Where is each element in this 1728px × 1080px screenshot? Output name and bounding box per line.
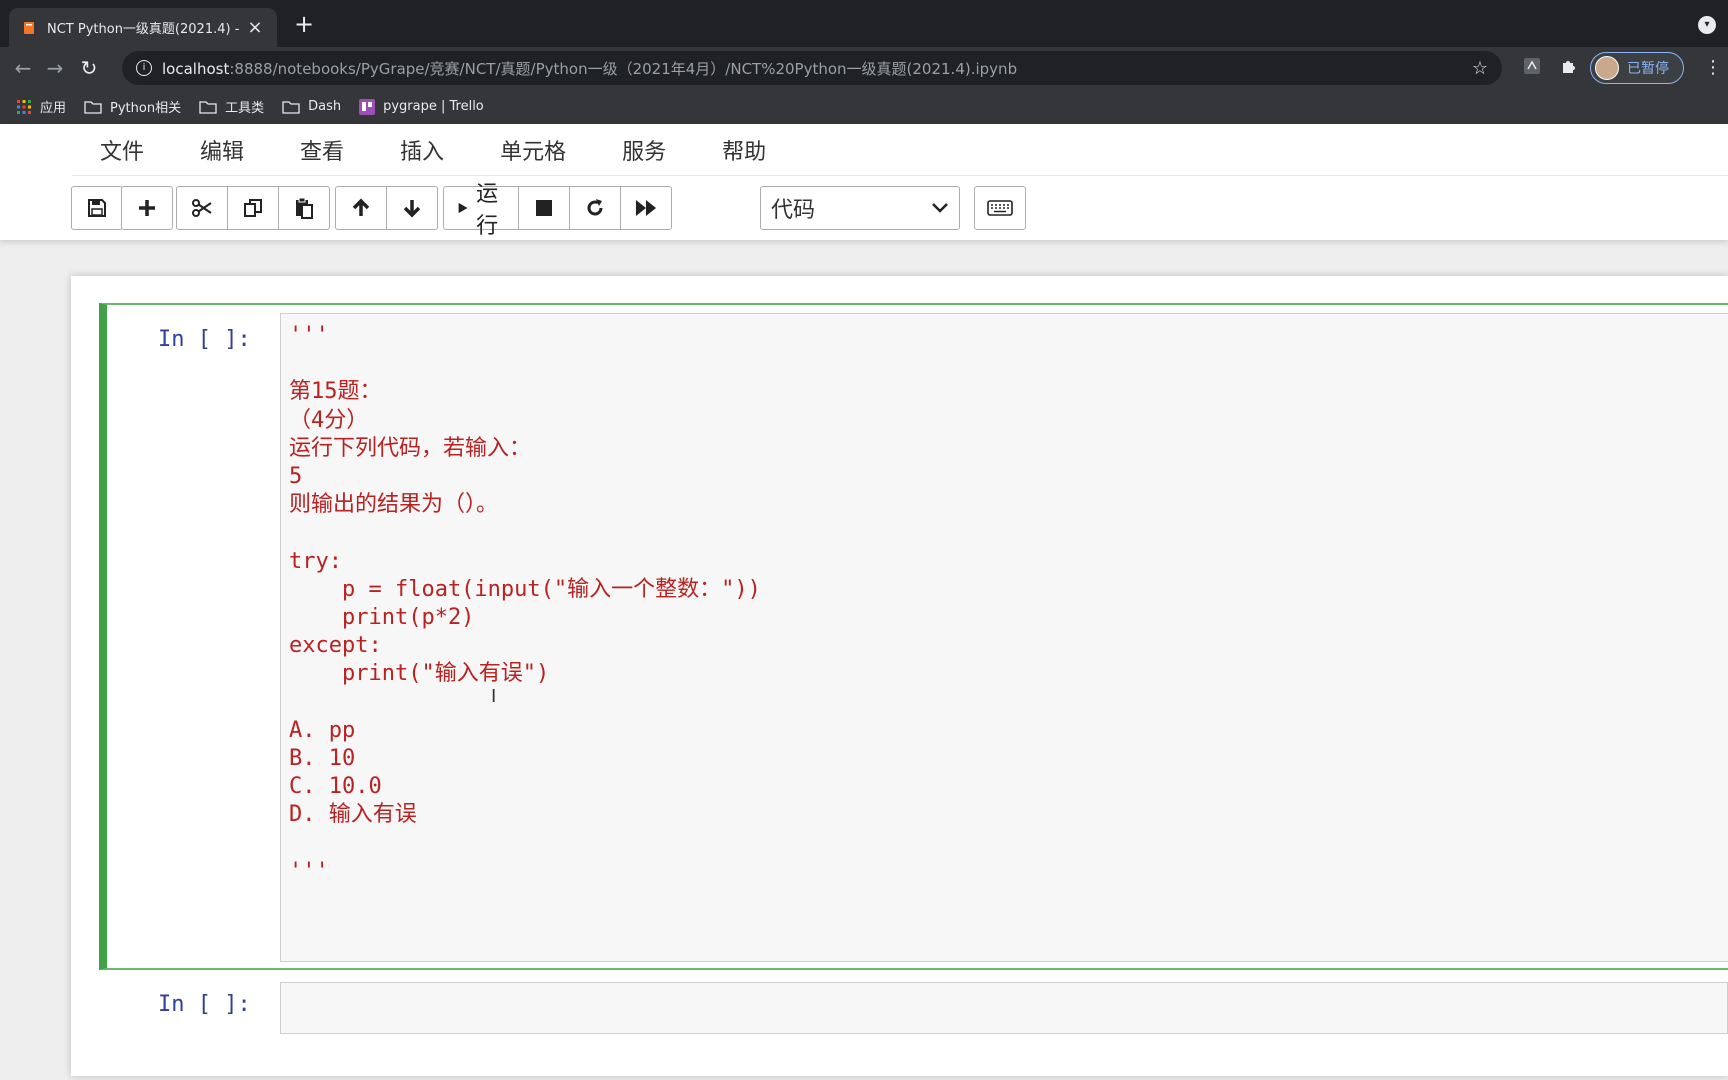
cut-button[interactable] [176,186,228,230]
copy-button[interactable] [227,186,279,230]
fast-forward-icon [636,200,657,216]
tab-title: NCT Python一级真题(2021.4) - [47,22,240,37]
code-cell[interactable]: In [ ]: [99,978,1728,1042]
code-cell-selected[interactable]: In [ ]: ''' 第15题： （4分） 运行下列代码，若输入： 5 则输出的结果为… [99,303,1728,970]
chevron-down-icon [932,203,948,213]
code-line: B. 10 [289,746,356,772]
code-line: C. 10.0 [289,774,382,800]
paste-button[interactable] [278,186,330,230]
code-line: print(p*2) [289,605,475,631]
run-label: 运行 [476,182,499,239]
bookmark-trello[interactable]: pygrape | Trello [359,98,484,115]
code-line: p = float(input("输入一个整数：")) [289,576,761,602]
arrow-down-icon [403,200,421,218]
menu-edit[interactable]: 编辑 [172,134,272,166]
menu-file[interactable]: 文件 [72,134,172,166]
bookmark-star-icon[interactable]: ☆ [1472,58,1488,79]
menu-view[interactable]: 查看 [272,134,372,166]
insert-cell-button[interactable] [121,186,173,230]
browser-nav-bar: ← → ↻ i localhost:8888/notebooks/PyGrape… [0,47,1728,89]
interrupt-button[interactable] [518,186,571,230]
folder-icon [84,100,102,114]
menu-help[interactable]: 帮助 [694,134,794,166]
extensions-puzzle-icon[interactable] [1558,57,1580,79]
code-line: 运行下列代码，若输入： [289,435,532,461]
command-palette-button[interactable] [974,186,1026,230]
move-down-button[interactable] [386,186,438,230]
bookmark-apps[interactable]: 应用 [16,97,66,116]
url-text: localhost:8888/notebooks/PyGrape/竞赛/NCT/… [162,59,1018,78]
arrow-up-icon [352,198,370,216]
profile-status: 已暂停 [1627,61,1669,77]
code-editor[interactable]: ''' 第15题： （4分） 运行下列代码，若输入： 5 则输出的结果为（）。 try:… [280,313,1728,962]
restart-button[interactable] [569,186,622,230]
browser-tab-bar: NCT Python一级真题(2021.4) - × + ▾ [0,0,1728,47]
code-line: 则输出的结果为（）。 [289,492,499,518]
code-line: try: [289,548,342,574]
cell-input-prompt: In [ ]: [158,992,251,1017]
jupyter-header: 文件 编辑 查看 插入 单元格 服务 帮助 运行 代码 [0,124,1728,240]
copy-icon [244,199,262,217]
code-line: 5 [289,464,303,490]
code-text: ''' 第15题： （4分） 运行下列代码，若输入： 5 则输出的结果为（）。 try:… [289,322,761,886]
move-up-button[interactable] [335,186,387,230]
avatar [1595,56,1619,80]
code-line: A. pp [289,717,356,743]
save-icon [88,199,106,217]
restart-run-all-button[interactable] [620,186,673,230]
folder-icon [282,100,300,114]
code-line: 第15题： [289,379,382,405]
bookmark-python[interactable]: Python相关 [84,97,181,116]
text-cursor-icon: I [491,686,497,707]
bookmarks-bar: 应用 Python相关 工具类 Dash pygrape | Trello [0,89,1728,124]
address-bar[interactable]: i localhost:8888/notebooks/PyGrape/竞赛/NC… [122,51,1502,85]
bookmark-dash[interactable]: Dash [282,99,341,114]
cell-type-select[interactable]: 代码 [760,186,960,230]
apps-grid-icon [16,99,32,115]
profile-button[interactable]: 已暂停 [1590,52,1684,84]
new-tab-button[interactable]: + [290,10,318,38]
extension-icon[interactable] [1521,57,1543,79]
notebook-favicon-icon [21,20,37,36]
paste-icon [296,197,313,219]
site-info-icon[interactable]: i [136,60,152,76]
cell-input-prompt: In [ ]: [158,327,251,352]
menu-cell[interactable]: 单元格 [472,134,594,166]
back-arrow-icon[interactable]: ← [10,55,36,81]
code-line: （4分） [289,407,369,433]
notebook-container: In [ ]: ''' 第15题： （4分） 运行下列代码，若输入： 5 则输出的结果为… [71,276,1728,1076]
folder-icon [199,100,217,114]
bookmark-tools[interactable]: 工具类 [199,97,264,116]
save-button[interactable] [71,186,123,230]
menu-insert[interactable]: 插入 [372,134,472,166]
trello-icon [359,98,376,115]
code-line: except: [289,633,382,659]
play-icon [458,202,468,214]
browser-tab[interactable]: NCT Python一级真题(2021.4) - × [9,8,277,47]
code-line: ''' [289,858,329,884]
tab-search-icon[interactable]: ▾ [1698,16,1716,34]
code-editor-empty[interactable] [280,982,1728,1034]
reload-icon[interactable]: ↻ [76,55,102,81]
cell-type-value: 代码 [771,198,816,223]
keyboard-icon [987,200,1013,216]
tab-close-icon[interactable]: × [245,17,265,38]
forward-arrow-icon[interactable]: → [42,55,68,81]
menu-bar: 文件 编辑 查看 插入 单元格 服务 帮助 [72,124,1728,176]
code-line: ''' [289,323,329,348]
menu-kernel[interactable]: 服务 [594,134,694,166]
plus-icon [139,200,155,216]
browser-menu-icon[interactable]: ⋮ [1704,57,1722,79]
scissors-icon [192,199,212,217]
stop-icon [536,200,553,216]
run-button[interactable]: 运行 [443,182,520,239]
restart-icon [587,199,603,216]
code-line: D. 输入有误 [289,802,417,828]
code-line: print("输入有误") [289,661,550,687]
